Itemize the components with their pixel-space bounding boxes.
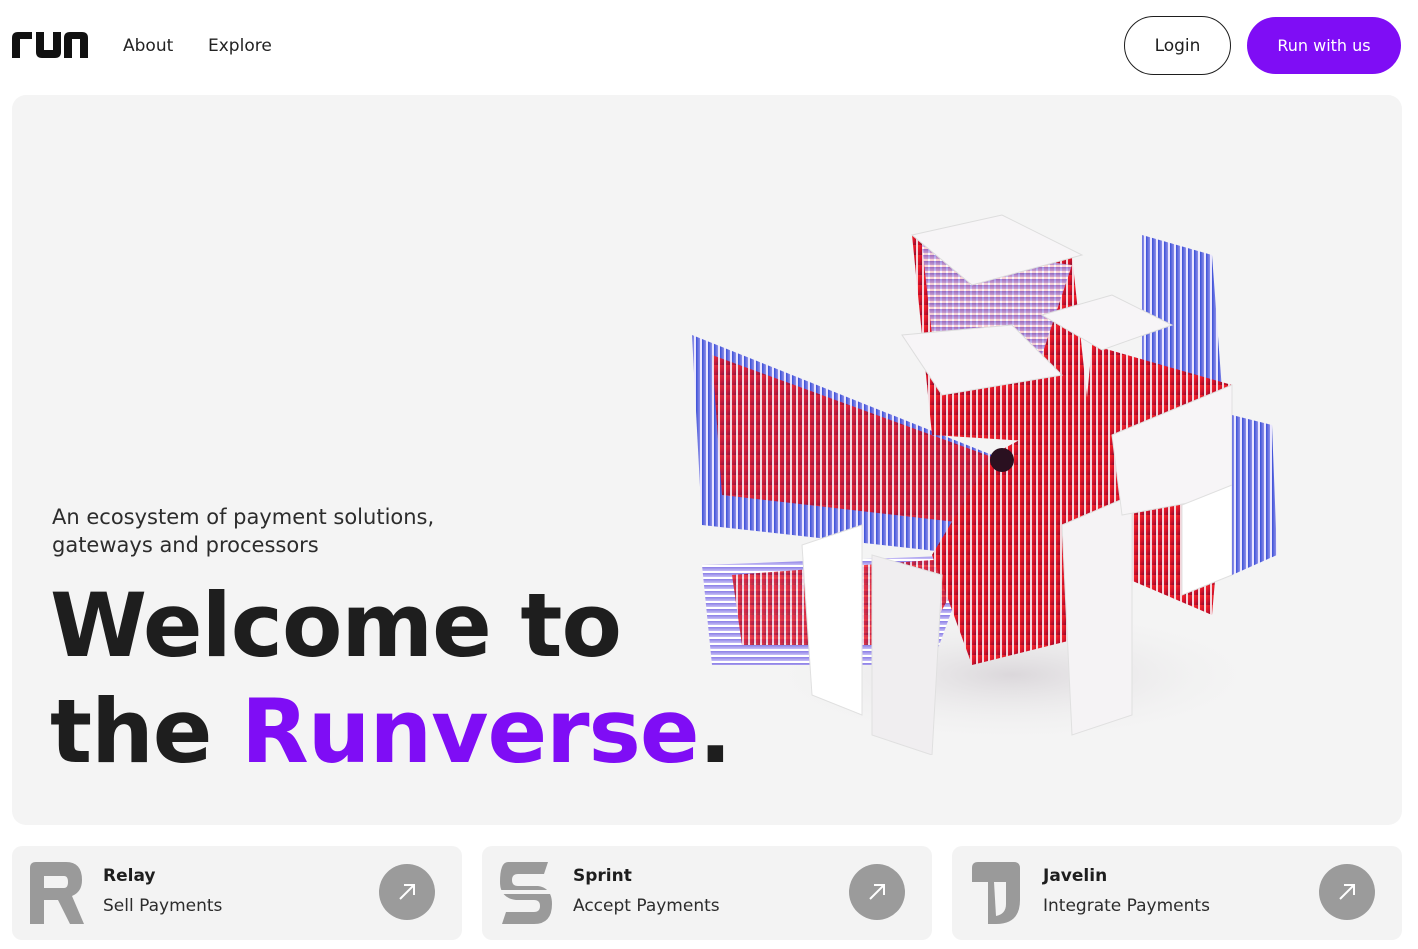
product-description: Integrate Payments	[1043, 896, 1210, 916]
nav-explore-link[interactable]: Explore	[208, 36, 272, 56]
hero-title-period: .	[698, 680, 732, 783]
product-card-relay[interactable]: Relay Sell Payments	[12, 846, 462, 940]
hero-title-line1: Welcome to	[50, 574, 622, 677]
relay-arrow-button[interactable]	[379, 864, 435, 920]
hero-sculpture-image	[692, 214, 1277, 755]
hero-title-accent: Runverse	[241, 680, 700, 783]
product-name: Sprint	[573, 866, 632, 886]
run-with-us-button[interactable]: Run with us	[1247, 17, 1401, 74]
product-description: Sell Payments	[103, 896, 223, 916]
site-header: About Explore Login Run with us	[0, 0, 1418, 95]
product-card-javelin[interactable]: Javelin Integrate Payments	[952, 846, 1402, 940]
product-card-sprint[interactable]: Sprint Accept Payments	[482, 846, 932, 940]
hero-title: Welcome to the Runverse.	[50, 573, 732, 785]
javelin-glyph-icon	[972, 862, 1020, 924]
arrow-up-right-icon	[869, 884, 885, 900]
arrow-up-right-icon	[1339, 884, 1355, 900]
sprint-glyph-icon	[500, 862, 554, 924]
run-logo[interactable]	[12, 30, 88, 60]
hero-section: An ecosystem of payment solutions, gatew…	[12, 95, 1402, 825]
hero-title-line2-prefix: the	[50, 680, 242, 783]
javelin-arrow-button[interactable]	[1319, 864, 1375, 920]
nav-about-link[interactable]: About	[123, 36, 173, 56]
relay-glyph-icon	[30, 862, 84, 924]
sprint-arrow-button[interactable]	[849, 864, 905, 920]
hero-subtitle: An ecosystem of payment solutions, gatew…	[52, 505, 435, 557]
product-description: Accept Payments	[573, 896, 720, 916]
product-name: Javelin	[1043, 866, 1108, 886]
product-name: Relay	[103, 866, 156, 886]
arrow-up-right-icon	[399, 884, 415, 900]
login-button[interactable]: Login	[1124, 16, 1231, 75]
